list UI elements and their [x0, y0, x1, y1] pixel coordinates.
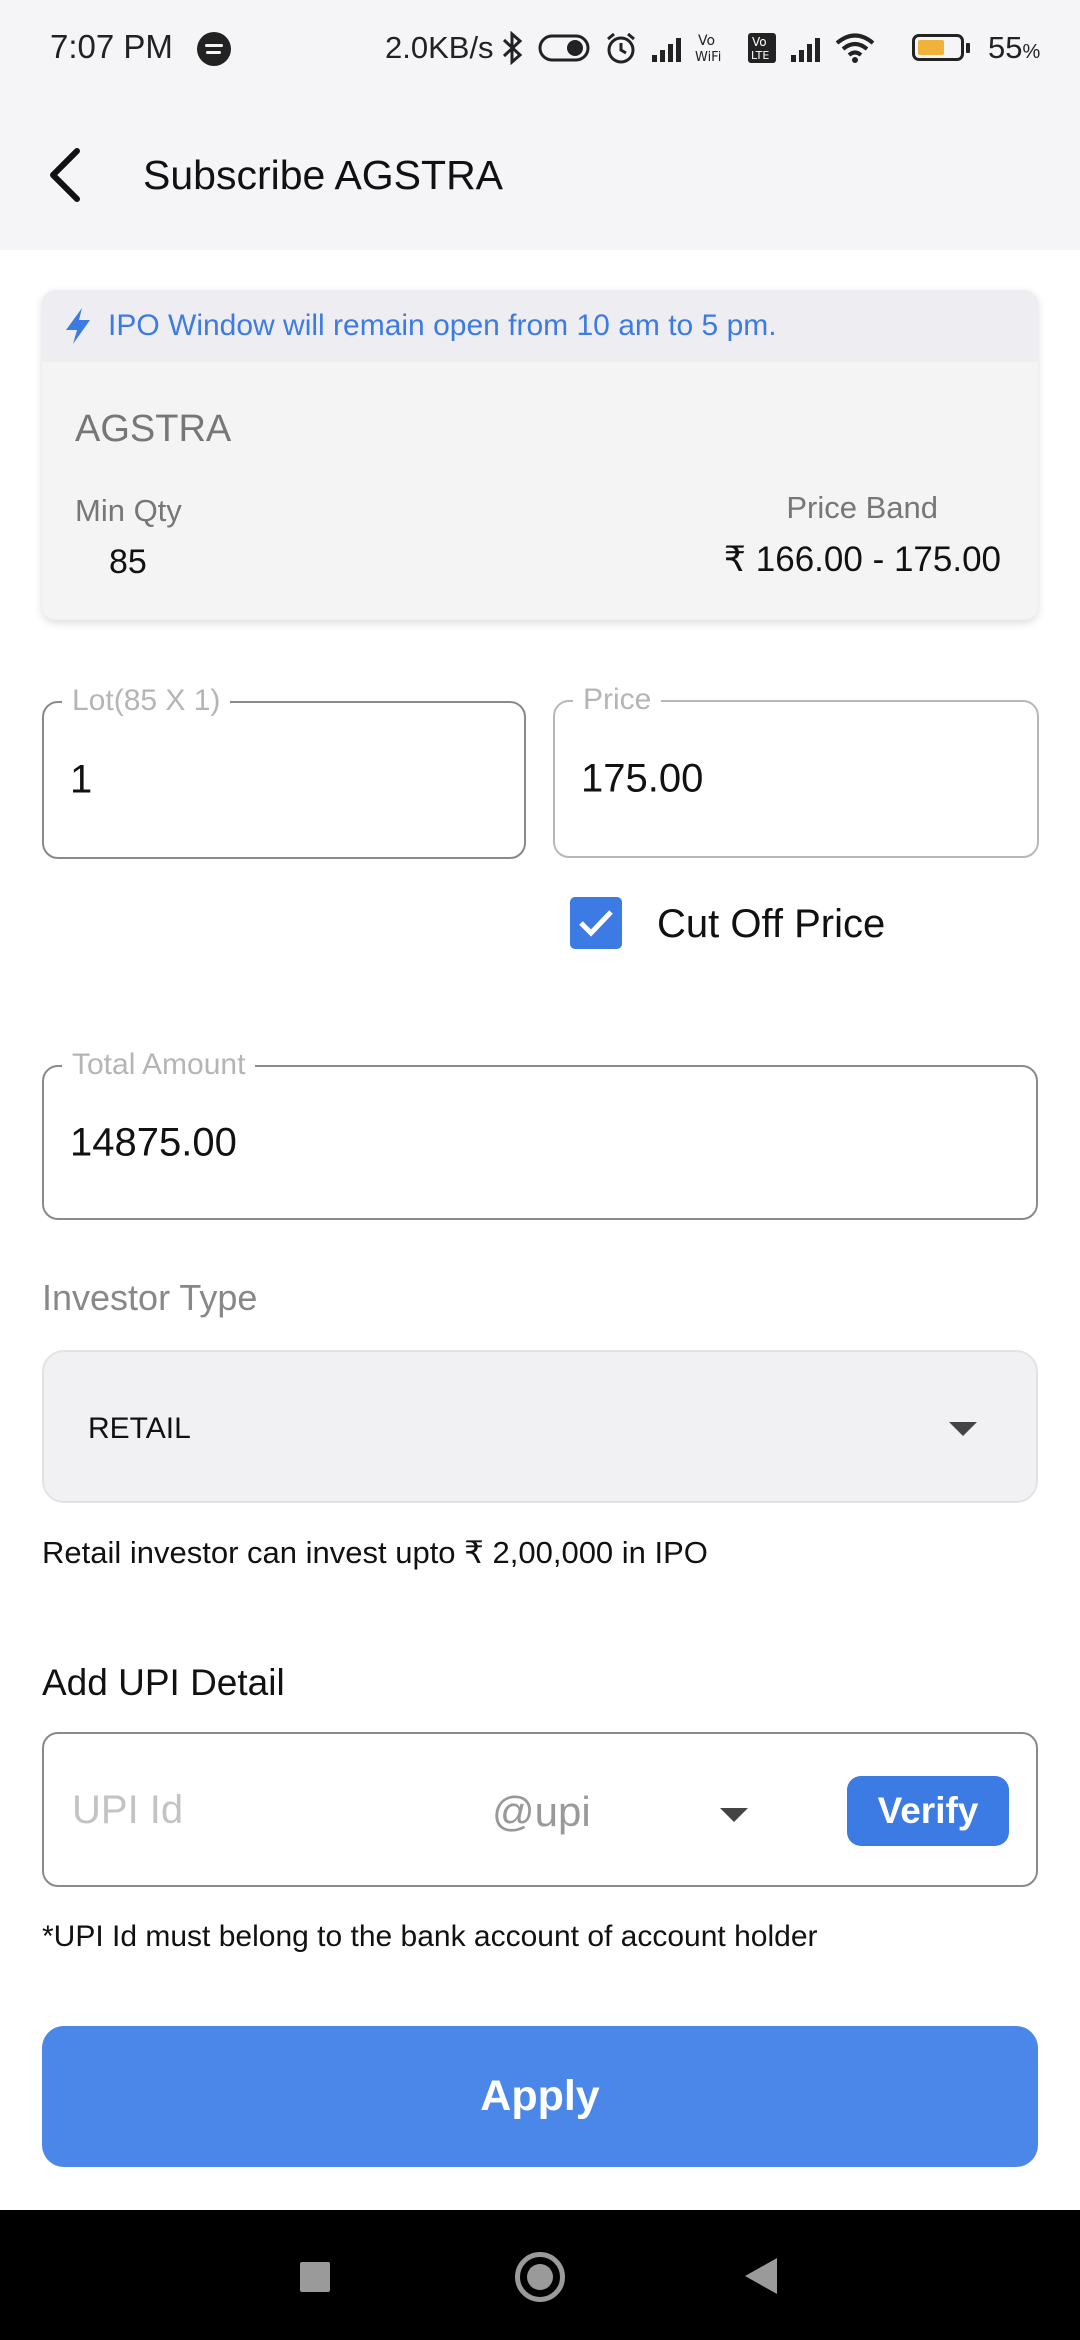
signal-icon: [652, 34, 681, 62]
battery-icon: [912, 34, 970, 61]
signal-icon-2: [791, 34, 820, 62]
checkmark-icon: [579, 910, 613, 937]
alarm-icon: [607, 32, 635, 64]
toggle-icon: [538, 34, 590, 62]
page-title: Subscribe AGSTRA: [143, 152, 504, 198]
lot-field[interactable]: Lot(85 X 1) 1: [42, 683, 526, 859]
price-band-label: Price Band: [786, 490, 938, 525]
svg-text:Vo: Vo: [698, 33, 715, 49]
spotify-icon: [197, 32, 231, 66]
price-value: 175.00: [581, 756, 704, 801]
dropdown-caret-icon: [949, 1422, 977, 1436]
cutoff-price-checkbox[interactable]: [570, 897, 622, 949]
price-band-value: ₹ 166.00 - 175.00: [723, 540, 1001, 579]
status-time: 7:07 PM: [50, 28, 173, 65]
app-header: Subscribe AGSTRA: [0, 100, 1080, 250]
back-button[interactable]: [30, 140, 100, 210]
recents-icon[interactable]: [300, 2262, 330, 2292]
ipo-info-card: IPO Window will remain open from 10 am t…: [42, 290, 1038, 620]
network-speed: 2.0KB/s: [385, 30, 494, 65]
volte-icon: VoLTE: [748, 33, 776, 63]
ipo-window-text: IPO Window will remain open from 10 am t…: [108, 309, 777, 342]
wifi-icon: [835, 33, 875, 63]
ipo-window-notice: IPO Window will remain open from 10 am t…: [42, 290, 1038, 362]
total-amount-field: Total Amount 14875.00: [42, 1047, 1038, 1220]
bluetooth-icon: [502, 31, 523, 65]
investor-type-label: Investor Type: [42, 1277, 258, 1318]
verify-button[interactable]: Verify: [847, 1776, 1009, 1846]
upi-section-title: Add UPI Detail: [42, 1662, 285, 1703]
upi-field: @upi Verify: [42, 1732, 1038, 1887]
status-icons: Vo WiFi Vo LTE: [500, 28, 876, 68]
svg-text:Vo: Vo: [752, 35, 767, 49]
investor-type-dropdown[interactable]: RETAIL: [42, 1350, 1038, 1503]
upi-note: *UPI Id must belong to the bank account …: [42, 1920, 818, 1953]
lot-value: 1: [70, 757, 93, 802]
apply-button[interactable]: Apply: [42, 2026, 1038, 2167]
svg-text:LTE: LTE: [751, 49, 769, 62]
vowifi-icon: VoWiFi: [695, 33, 721, 65]
investor-limit-helper: Retail investor can invest upto ₹ 2,00,0…: [42, 1535, 708, 1570]
system-nav-bar: [0, 2210, 1080, 2340]
back-nav-icon[interactable]: [745, 2258, 777, 2294]
ipo-symbol: AGSTRA: [75, 408, 232, 450]
lot-label: Lot(85 X 1): [62, 683, 231, 719]
lightning-icon: [66, 308, 90, 344]
cutoff-price-label[interactable]: Cut Off Price: [657, 902, 885, 947]
total-amount-value: 14875.00: [70, 1120, 237, 1164]
total-amount-label: Total Amount: [62, 1047, 256, 1083]
upi-id-input[interactable]: [72, 1782, 452, 1838]
battery-percent: 55%: [988, 30, 1041, 65]
investor-type-value: RETAIL: [88, 1412, 191, 1445]
price-label: Price: [573, 682, 662, 718]
svg-text:WiFi: WiFi: [695, 50, 721, 65]
upi-handle-select[interactable]: @upi: [492, 1788, 591, 1836]
back-arrow-icon: [50, 148, 80, 202]
min-qty-label: Min Qty: [75, 493, 182, 528]
upi-handle-caret-icon[interactable]: [720, 1808, 748, 1822]
status-bar: 7:07 PM 2.0KB/s Vo WiFi Vo LTE 55%: [0, 0, 1080, 100]
min-qty-value: 85: [109, 543, 147, 581]
price-field[interactable]: Price 175.00: [553, 682, 1039, 858]
home-icon[interactable]: [515, 2252, 565, 2302]
